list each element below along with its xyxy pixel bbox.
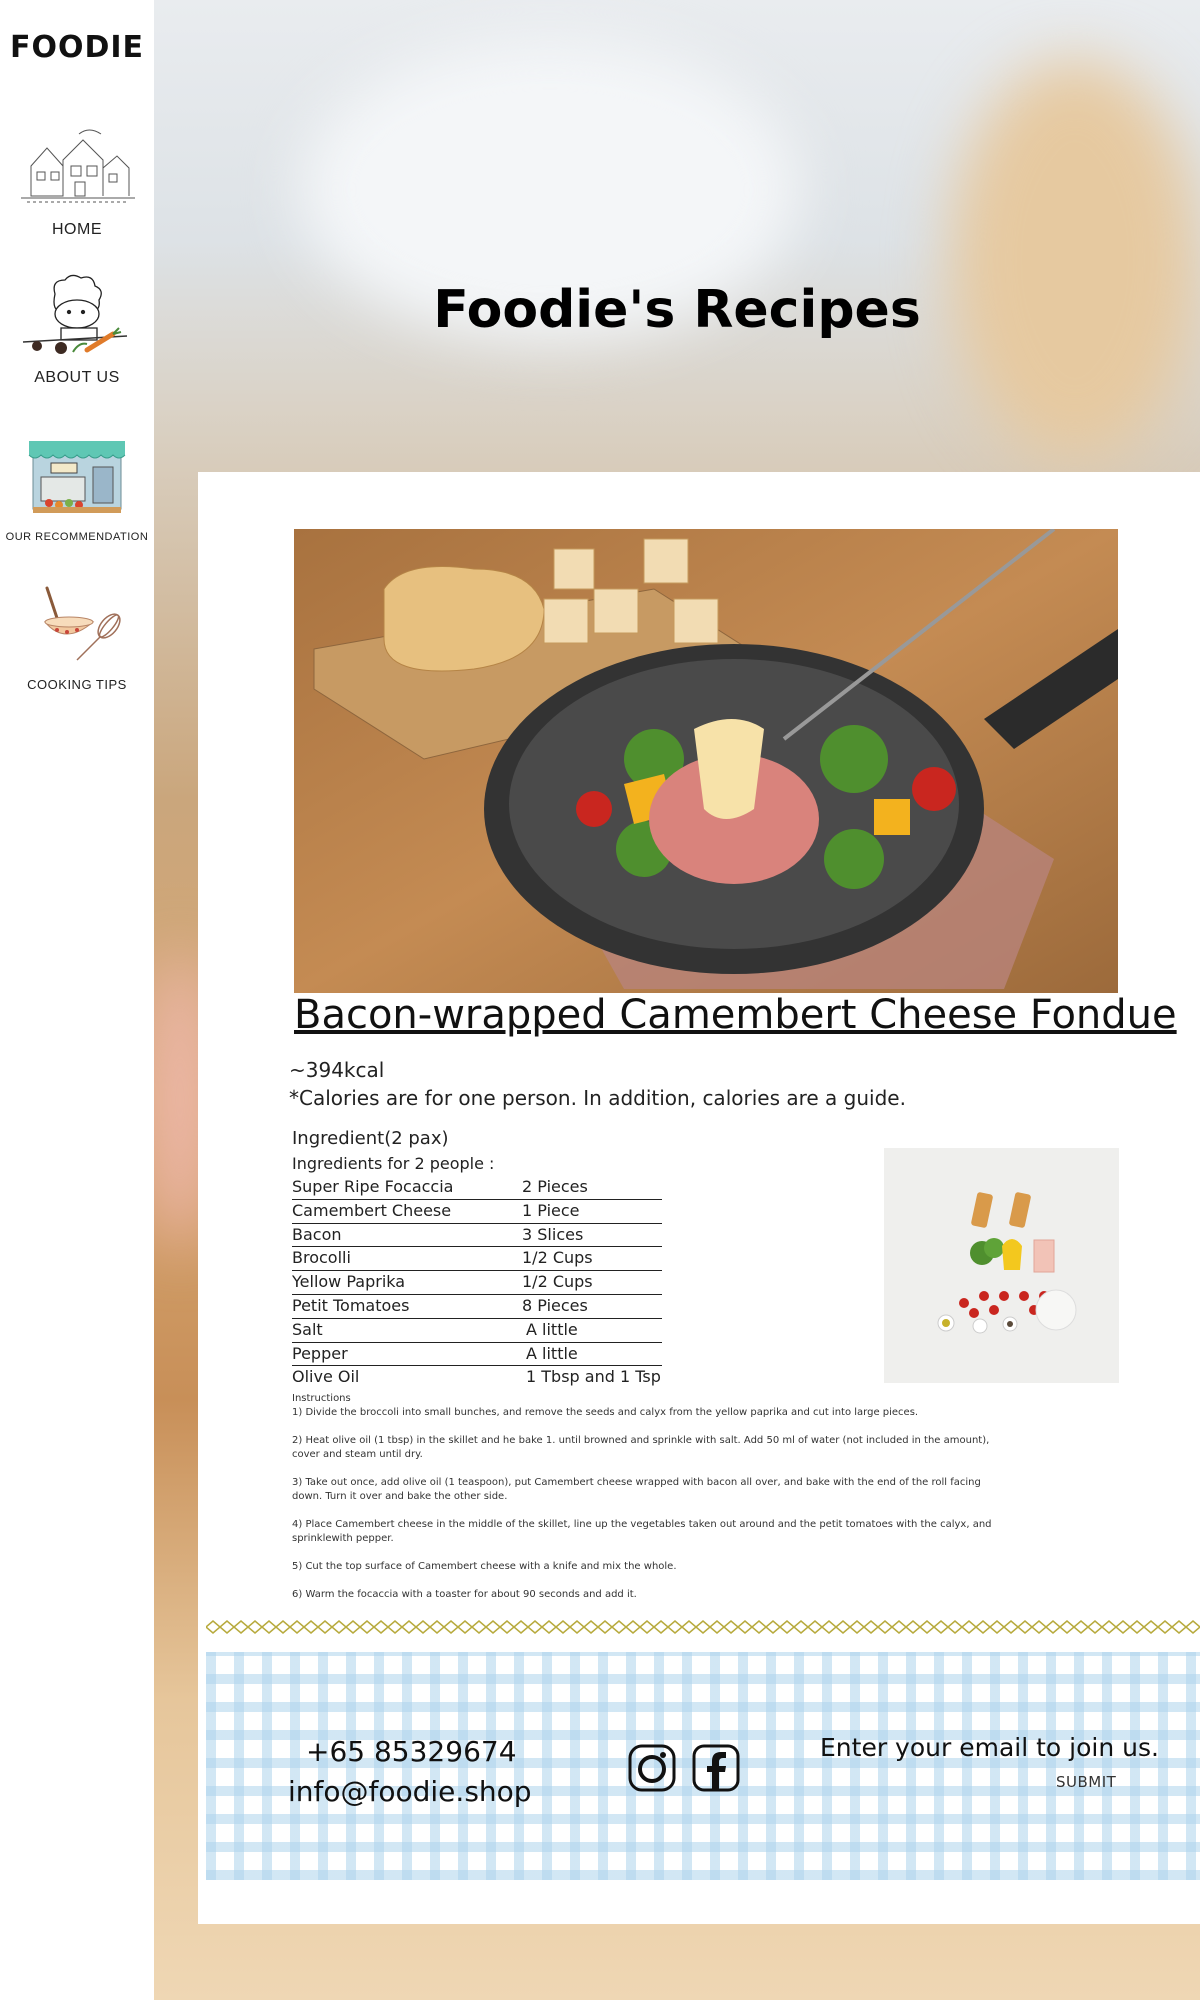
- instructions: Instructions 1) Divide the broccoli into…: [292, 1392, 1012, 1616]
- ingredient-name: Yellow Paprika: [292, 1272, 406, 1292]
- sidebar-item-about-us[interactable]: ABOUT US: [0, 274, 154, 387]
- table-row: Salt A little: [292, 1319, 662, 1343]
- ingredient-qty: A little: [526, 1343, 578, 1363]
- instruction-step: 6) Warm the focaccia with a toaster for …: [292, 1589, 637, 1600]
- dish-photo: [294, 529, 1118, 993]
- ingredient-name: Brocolli: [292, 1248, 351, 1268]
- shop-illustration-icon: [28, 441, 126, 513]
- ingredient-qty: 1 Piece: [522, 1200, 580, 1220]
- facebook-icon[interactable]: [692, 1744, 740, 1792]
- sidebar-item-home[interactable]: HOME: [0, 126, 154, 239]
- ingredient-name: Super Ripe Focaccia: [292, 1177, 454, 1196]
- sidebar-item-cooking-tips[interactable]: COOKING TIPS: [0, 582, 154, 692]
- ingredient-name: Olive Oil: [292, 1367, 360, 1387]
- page-title: Foodie's Recipes: [433, 280, 921, 340]
- footer-email[interactable]: info@foodie.shop: [288, 1775, 532, 1808]
- recipe-card: Bacon-wrapped Camembert Cheese Fondue ~3…: [198, 472, 1200, 1924]
- calorie-note: *Calories are for one person. In additio…: [289, 1086, 906, 1110]
- instagram-icon[interactable]: [628, 1744, 676, 1792]
- table-row: Bacon 3 Slices: [292, 1224, 662, 1248]
- ingredient-qty: 2 Pieces: [522, 1177, 588, 1196]
- ingredients-photo: [884, 1148, 1119, 1383]
- house-illustration-icon: [21, 129, 135, 203]
- table-row: Olive Oil 1 Tbsp and 1 Tsp: [292, 1366, 662, 1389]
- ingredient-qty: A little: [526, 1319, 578, 1339]
- background-blur: [950, 60, 1200, 460]
- instruction-step: 1) Divide the broccoli into small bunche…: [292, 1407, 919, 1418]
- brand-logo[interactable]: FOODIE: [0, 30, 154, 65]
- ingredient-qty: 1/2 Cups: [522, 1248, 593, 1268]
- sidebar-item-label: COOKING TIPS: [27, 677, 127, 692]
- recipe-title[interactable]: Bacon-wrapped Camembert Cheese Fondue: [294, 992, 1177, 1038]
- chef-dog-illustration-icon: [22, 274, 128, 354]
- ingredients-heading: Ingredient(2 pax): [292, 1128, 449, 1149]
- ingredient-name: Petit Tomatoes: [292, 1295, 410, 1315]
- instruction-step: 2) Heat olive oil (1 tbsp) in the skille…: [292, 1435, 990, 1460]
- ingredient-qty: 1/2 Cups: [522, 1272, 593, 1292]
- table-row: Super Ripe Focaccia 2 Pieces: [292, 1176, 662, 1200]
- footer-phone[interactable]: +65 85329674: [306, 1735, 517, 1768]
- ingredients-table: Super Ripe Focaccia 2 Pieces Camembert Ch…: [292, 1176, 662, 1389]
- ingredient-name: Salt: [292, 1319, 323, 1339]
- sidebar-item-label: OUR RECOMMENDATION: [5, 531, 149, 543]
- sidebar: FOODIE HOME ABOUT US OUR RECOMMENDATION …: [0, 0, 154, 2000]
- calories-value: ~394kcal: [289, 1058, 385, 1082]
- instruction-step: 3) Take out once, add olive oil (1 teasp…: [292, 1477, 981, 1502]
- whisk-bowl-illustration-icon: [43, 586, 121, 661]
- ingredient-qty: 8 Pieces: [522, 1295, 588, 1315]
- table-row: Yellow Paprika 1/2 Cups: [292, 1271, 662, 1295]
- submit-button[interactable]: SUBMIT: [1050, 1772, 1122, 1792]
- table-row: Camembert Cheese 1 Piece: [292, 1200, 662, 1224]
- table-row: Petit Tomatoes 8 Pieces: [292, 1295, 662, 1319]
- instruction-step: 4) Place Camembert cheese in the middle …: [292, 1519, 992, 1544]
- sidebar-item-label: HOME: [52, 221, 102, 238]
- zigzag-divider: [206, 1620, 1200, 1634]
- ingredients-subheading: Ingredients for 2 people :: [292, 1154, 495, 1173]
- sidebar-item-label: ABOUT US: [34, 369, 120, 386]
- newsletter-email-input[interactable]: [820, 1772, 1024, 1804]
- ingredient-qty: 3 Slices: [522, 1224, 584, 1244]
- ingredient-qty: 1 Tbsp and 1 Tsp: [526, 1367, 661, 1387]
- ingredient-name: Camembert Cheese: [292, 1200, 452, 1220]
- table-row: Pepper A little: [292, 1343, 662, 1367]
- ingredient-name: Pepper: [292, 1343, 348, 1363]
- ingredients-layout-image: [937, 1192, 1077, 1334]
- fondue-skillet-image: [294, 529, 1118, 993]
- ingredient-name: Bacon: [292, 1224, 342, 1244]
- newsletter-prompt: Enter your email to join us.: [820, 1733, 1159, 1762]
- instructions-heading: Instructions: [292, 1393, 351, 1404]
- table-row: Brocolli 1/2 Cups: [292, 1247, 662, 1272]
- instruction-step: 5) Cut the top surface of Camembert chee…: [292, 1561, 677, 1572]
- sidebar-item-our-recommendation[interactable]: OUR RECOMMENDATION: [0, 430, 154, 543]
